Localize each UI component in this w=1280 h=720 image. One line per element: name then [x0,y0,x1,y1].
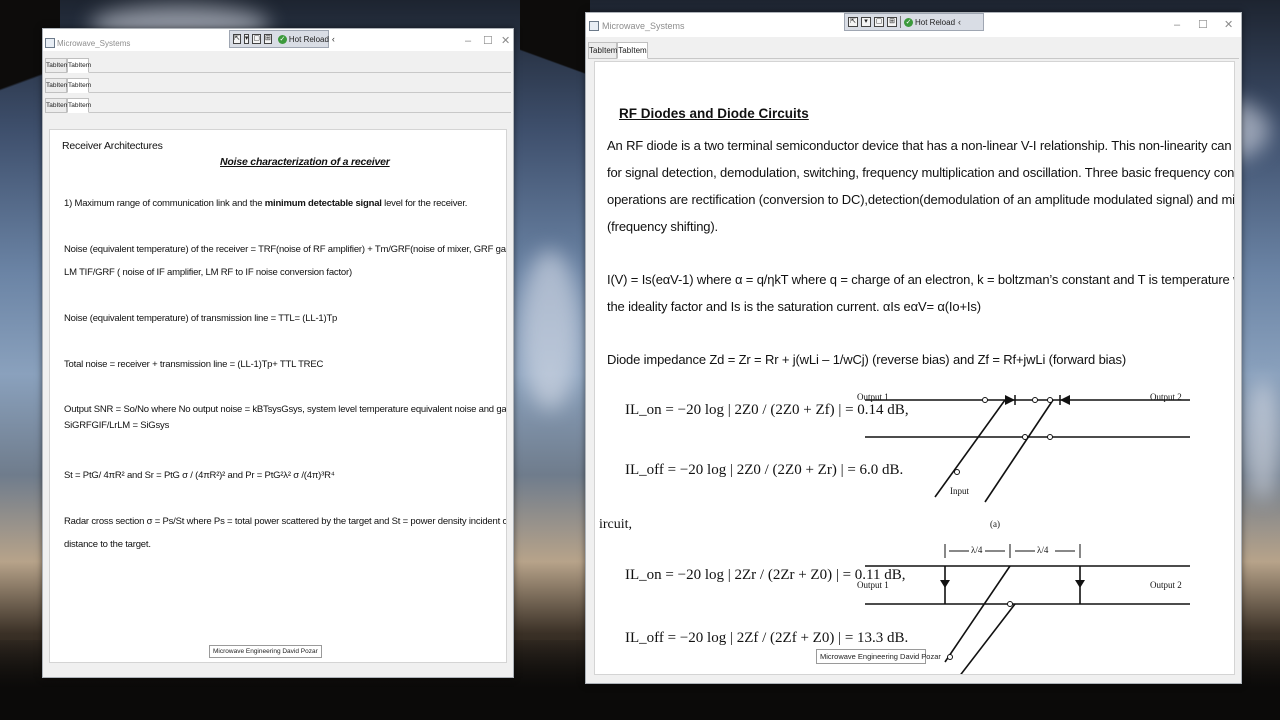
tab-item[interactable]: TabItem [588,42,617,59]
window-title: Microwave_Systems [57,39,131,48]
doc-title: RF Diodes and Diode Circuits [619,106,809,121]
snr-line-1: Output SNR = So/No where No output noise… [64,404,507,415]
footer-reference: Microwave Engineering David Pozar [816,649,941,664]
diode-2-symbol [1060,395,1070,405]
diode-1-symbol [1005,395,1015,405]
tab-item-selected[interactable]: TabItem [67,58,91,73]
intro-line-2: for signal detection, demodulation, swit… [607,165,1235,180]
background-cloud [520,250,580,410]
receiver-noise-line-2: LM TIF/GRF ( noise of IF amplifier, LM R… [64,267,352,278]
series-switch-diagram [865,395,1190,503]
point-1-tail: level for the receiver. [381,198,468,209]
preview-icon[interactable]: ▢ [252,34,262,44]
hot-reload-status[interactable]: ✓ Hot Reload [277,34,329,44]
tab-item-selected[interactable]: TabItem [617,42,648,59]
maximize-button[interactable]: ☐ [1198,19,1208,31]
point-1-bold: minimum detectable signal [264,198,382,209]
transmission-line-noise: Noise (equivalent temperature) of transm… [64,313,338,324]
toolbar-separator [900,16,901,28]
check-icon: ✓ [277,34,287,44]
intro-line-1: An RF diode is a two terminal semiconduc… [607,138,1235,153]
diode-2-symbol [1075,580,1085,588]
window-title: Microwave_Systems [602,21,685,31]
tab-item-selected[interactable]: TabItem [67,98,91,113]
debug-toolbar: ⇱ ▾ ▢ ⊞ ✓ Hot Reload ‹ [229,30,335,48]
tab-row-2: TabItem TabItem [45,77,511,93]
background-cloud [1245,380,1280,500]
point-1: 1) Maximum range of communication link a… [64,198,467,209]
footer-reference: Microwave Engineering David Pozar [209,645,322,658]
fig-b-lambda-2: λ/4 [1037,545,1049,555]
fig-a-output-1: Output 1 [857,392,889,402]
right-document[interactable]: RF Diodes and Diode Circuits An RF diode… [594,61,1235,675]
doc-title: Receiver Architectures [62,140,163,152]
right-app-window: Microwave_Systems – ☐ ✕ ⇱ ▾ ▢ ⊞ ✓ Hot Rel… [585,12,1242,684]
tab-item[interactable]: TabItem [45,98,69,113]
input-line [934,399,1006,498]
rcs-line-2: distance to the target. [64,539,151,550]
left-app-window: Microwave_Systems – ☐ ✕ ⇱ ▾ ▢ ⊞ ✓ Hot Rel… [42,28,514,678]
fig-b-lambda-1: λ/4 [971,545,983,555]
fig-b-output-2: Output 2 [1150,580,1182,590]
tab-item[interactable]: TabItem [45,78,69,93]
background-roof-right [520,0,590,140]
maximize-button[interactable]: ☐ [483,35,493,47]
snr-line-2: SiGRFGIF/LrLM = SiGsys [64,420,170,431]
radar-equation: St = PtG/ 4πR² and Sr = PtG σ / (4πR²)² … [64,470,335,481]
total-noise: Total noise = receiver + transmission li… [64,359,324,370]
track-focus-icon[interactable]: ⊞ [264,34,272,44]
receiver-noise-line-1: Noise (equivalent temperature) of the re… [64,244,506,255]
debug-toolbar: ⇱ ▾ ▢ ⊞ ✓ Hot Reload ‹ [844,13,984,31]
minimize-button[interactable]: – [1174,19,1180,31]
check-icon: ✓ [904,17,913,27]
intro-line-3: operations are rectification (conversion… [607,192,1235,207]
circuit-word: ircuit, [599,517,633,532]
chevron-left-icon[interactable]: ‹ [958,17,961,27]
diode-impedance: Diode impedance Zd = Zr = Rr + j(wLi – 1… [607,352,1127,367]
iv-equation-line-1: I(V) = Is(eαV-1) where α = q/ηkT where q… [607,272,1235,287]
select-element-icon[interactable]: ⇱ [233,34,241,44]
app-icon [589,21,599,31]
app-icon [45,38,55,48]
display-layout-icon[interactable]: ▾ [861,17,871,27]
hot-reload-label: Hot Reload [915,17,956,27]
select-element-icon[interactable]: ⇱ [848,17,858,27]
iv-equation-line-2: the ideality factor and Is is the satura… [607,299,981,314]
intro-line-4: (frequency shifting). [607,219,719,234]
hot-reload-label: Hot Reload [288,34,329,44]
tab-item[interactable]: TabItem [45,58,69,73]
section-heading: Noise characterization of a receiver [220,156,390,168]
track-focus-icon[interactable]: ⊞ [887,17,897,27]
input-line [944,565,1011,663]
diode-1-symbol [940,580,950,588]
fig-a-caption: (a) [990,519,1000,529]
minimize-button[interactable]: – [465,35,471,47]
rcs-line-1: Radar cross section σ = Ps/St where Ps =… [64,516,506,527]
left-document[interactable]: Receiver Architectures Noise characteriz… [49,129,507,663]
stub-line [960,603,1016,674]
preview-icon[interactable]: ▢ [874,17,884,27]
close-button[interactable]: ✕ [501,35,510,47]
display-layout-icon[interactable]: ▾ [243,34,250,44]
close-button[interactable]: ✕ [1224,19,1233,31]
point-1-text: 1) Maximum range of communication link a… [64,198,265,209]
tab-row-1: TabItem TabItem [45,57,511,73]
chevron-left-icon[interactable]: ‹ [332,34,335,44]
fig-a-input: Input [950,486,969,496]
fig-b-output-1: Output 1 [857,580,889,590]
tab-row: TabItem TabItem [588,41,1239,59]
fig-a-output-2: Output 2 [1150,392,1182,402]
tab-item-selected[interactable]: TabItem [67,78,91,93]
stub-line [984,399,1054,503]
tab-row-3: TabItem TabItem [45,97,511,113]
hot-reload-status[interactable]: ✓ Hot Reload [904,17,956,27]
